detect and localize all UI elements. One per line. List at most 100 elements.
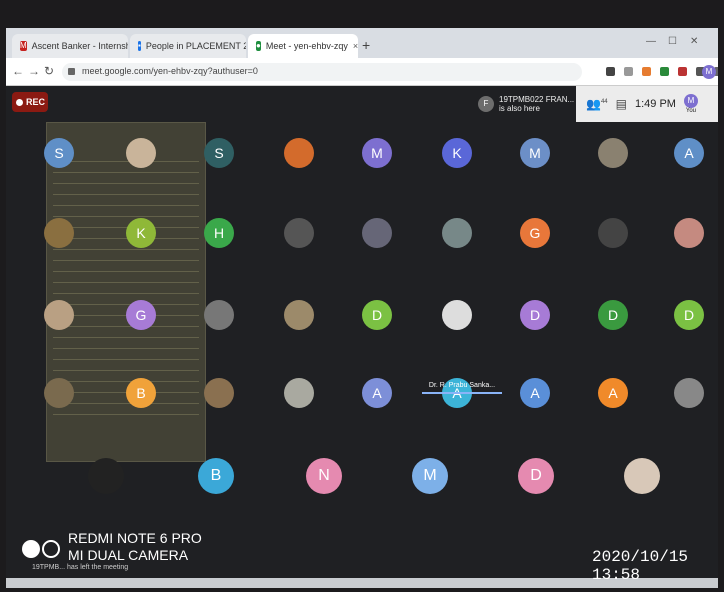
participant-photo-tile[interactable] [442, 218, 472, 248]
participant-tile[interactable]: D [520, 300, 550, 330]
participant-photo-tile[interactable] [598, 218, 628, 248]
participant-initial: D [529, 307, 541, 323]
participant-tile[interactable]: A [674, 138, 704, 168]
participant-tile[interactable]: D [598, 300, 628, 330]
camera-logo-circle-filled [22, 540, 40, 558]
list-item [53, 350, 199, 360]
list-item [53, 185, 199, 195]
tab-classroom[interactable]: ▪ People in PLACEMENT 2019-202 × [130, 34, 246, 58]
list-item [53, 339, 199, 349]
participant-photo-tile[interactable] [442, 300, 472, 330]
list-item [53, 405, 199, 415]
participant-tile[interactable]: B [126, 378, 156, 408]
window-close-icon[interactable]: ✕ [690, 36, 698, 47]
tab-meet[interactable]: ● Meet - yen-ehbv-zqy × [248, 34, 358, 58]
list-item [53, 163, 199, 173]
participant-tile[interactable]: B [198, 458, 234, 494]
participant-tile[interactable]: S [204, 138, 234, 168]
meet-icon: ● [256, 41, 261, 51]
participant-tile[interactable]: M [520, 138, 550, 168]
participant-initial: K [136, 225, 146, 241]
participant-photo-tile[interactable] [598, 138, 628, 168]
participant-tile[interactable]: K [442, 138, 472, 168]
participant-photo-tile[interactable] [88, 458, 124, 494]
people-icon[interactable]: 👥44 [586, 97, 608, 111]
self-avatar[interactable]: M [683, 94, 698, 108]
participant-initial: B [210, 467, 222, 484]
participant-tile[interactable]: D [518, 458, 554, 494]
check-icon[interactable] [660, 67, 669, 76]
participant-tile[interactable]: A [598, 378, 628, 408]
participant-tile[interactable]: K [126, 218, 156, 248]
participant-tile[interactable]: M [362, 138, 392, 168]
participant-tile[interactable]: A [362, 378, 392, 408]
participant-initial: D [371, 307, 383, 323]
list-item [53, 262, 199, 272]
reload-icon[interactable]: ↻ [44, 64, 54, 78]
participant-tile[interactable]: A [520, 378, 550, 408]
participant-photo-tile[interactable] [44, 300, 74, 330]
list-item [53, 284, 199, 294]
participant-initial: B [136, 385, 146, 401]
gmail-icon: M [20, 41, 27, 51]
participant-count: 44 [600, 99, 608, 105]
meet-top-panel: 👥44 ▤ 1:49 PM M You [576, 86, 718, 122]
photo-timestamp: 2020/10/15 13:58 [592, 548, 689, 584]
minimize-icon[interactable]: — [646, 36, 656, 47]
participant-tile[interactable]: N [306, 458, 342, 494]
close-icon[interactable]: × [353, 41, 358, 51]
forward-icon[interactable]: → [28, 64, 40, 78]
participant-initial: A [372, 385, 382, 401]
list-item [53, 273, 199, 283]
new-tab-button[interactable]: + [362, 37, 370, 53]
list-item [53, 361, 199, 371]
left-meeting-toast: 19TPMB... has left the meeting [32, 564, 129, 571]
participant-photo-tile[interactable] [284, 300, 314, 330]
participant-photo-tile[interactable] [204, 378, 234, 408]
participant-tile[interactable]: G [520, 218, 550, 248]
participant-tile[interactable]: H [204, 218, 234, 248]
back-icon[interactable]: ← [12, 64, 24, 78]
rec-label: REC [26, 97, 46, 107]
address-bar-row: ← → ↻ meet.google.com/yen-ehbv-zqy?authu… [6, 58, 718, 86]
participant-photo-tile[interactable] [204, 300, 234, 330]
meet-stage: REC F 19TPMB022 FRAN... is also here 👥44… [6, 86, 718, 588]
list-item [53, 328, 199, 338]
participant-photo-tile[interactable] [284, 138, 314, 168]
participant-photo-tile[interactable] [624, 458, 660, 494]
chat-icon[interactable]: ▤ [616, 97, 627, 111]
url-field[interactable]: meet.google.com/yen-ehbv-zqy?authuser=0 [62, 63, 582, 81]
classroom-icon: ▪ [138, 41, 141, 51]
tab-label: People in PLACEMENT 2019-202 [145, 41, 246, 51]
profile-avatar[interactable]: M [702, 65, 716, 79]
extension-icon[interactable] [678, 67, 687, 76]
participant-photo-tile[interactable] [674, 218, 704, 248]
laptop-screen: M Ascent Banker - Internship Progr × ▪ P… [6, 28, 718, 588]
participant-photo-tile[interactable] [674, 378, 704, 408]
participant-photo-tile[interactable] [44, 218, 74, 248]
extension-icon[interactable] [642, 67, 651, 76]
participant-tile[interactable]: S [44, 138, 74, 168]
participant-tile[interactable]: M [412, 458, 448, 494]
camera-watermark: REDMI NOTE 6 PRO MI DUAL CAMERA [68, 530, 202, 564]
participant-initial: M [423, 467, 437, 484]
maximize-icon[interactable]: ☐ [668, 36, 677, 47]
star-icon[interactable] [624, 67, 633, 76]
participant-photo-tile[interactable] [362, 218, 392, 248]
participant-tile[interactable]: D [674, 300, 704, 330]
participant-photo-tile[interactable] [284, 218, 314, 248]
participant-photo-tile[interactable] [126, 138, 156, 168]
participant-photo-tile[interactable] [44, 378, 74, 408]
record-icon [16, 98, 23, 106]
join-notification: F 19TPMB022 FRAN... is also here [478, 90, 578, 118]
participant-initial: D [607, 307, 619, 323]
people-panel-reflection [46, 122, 206, 462]
list-item [53, 251, 199, 261]
camera-icon[interactable] [606, 67, 615, 76]
list-item [53, 174, 199, 184]
participant-tile[interactable]: G [126, 300, 156, 330]
participant-tile[interactable]: D [362, 300, 392, 330]
tab-gmail[interactable]: M Ascent Banker - Internship Progr × [12, 34, 128, 58]
list-item [53, 196, 199, 206]
participant-photo-tile[interactable] [284, 378, 314, 408]
